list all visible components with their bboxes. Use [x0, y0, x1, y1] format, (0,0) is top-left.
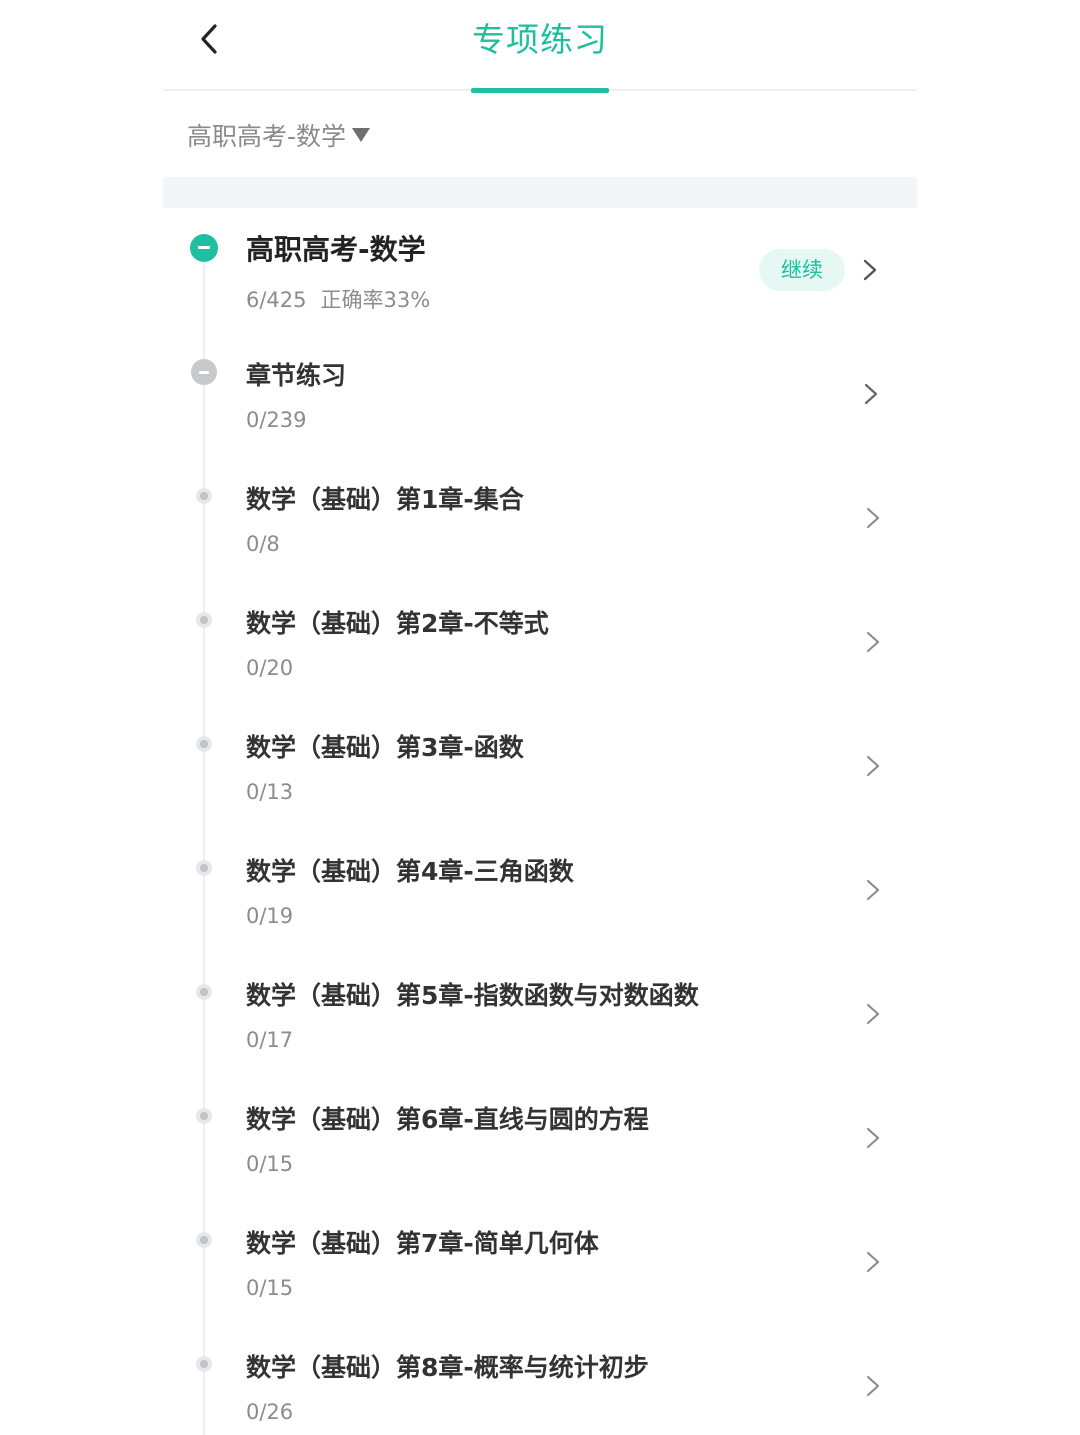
back-button[interactable]: [193, 20, 229, 60]
chevron-right-icon: [867, 632, 879, 652]
tab-special-practice[interactable]: 专项练习: [471, 18, 609, 93]
tree-node-dot: [196, 1356, 212, 1372]
collapse-icon[interactable]: [190, 234, 218, 262]
practice-page: 专项练习 高职高考-数学 高职高考-数学 6/425 正确率33% 继续 章节练习…: [163, 0, 917, 1435]
chevron-right-icon: [867, 880, 879, 900]
chevron-left-icon: [201, 24, 217, 54]
chapter-name: 数学（基础）第1章-集合: [246, 485, 524, 514]
group-item-name: 章节练习: [246, 361, 347, 390]
chevron-right-icon: [867, 1376, 879, 1396]
continue-button[interactable]: 继续: [759, 249, 845, 291]
caret-down-icon: [352, 128, 371, 142]
chapter-item[interactable]: 数学（基础）第8章-概率与统计初步 0/26: [163, 1324, 917, 1435]
tree-node-dot: [196, 736, 212, 752]
chapter-item[interactable]: 数学（基础）第3章-函数 0/13: [163, 704, 917, 828]
chevron-right-icon: [867, 756, 879, 776]
subject-dropdown[interactable]: 高职高考-数学: [187, 114, 371, 156]
chapter-item[interactable]: 数学（基础）第7章-简单几何体 0/15: [163, 1200, 917, 1324]
tree-node-dot: [196, 1108, 212, 1124]
chapter-item[interactable]: 数学（基础）第4章-三角函数 0/19: [163, 828, 917, 952]
tree-root-item[interactable]: 高职高考-数学 6/425 正确率33% 继续: [163, 208, 917, 332]
tab-active-indicator: [471, 88, 609, 93]
chapter-item[interactable]: 数学（基础）第2章-不等式 0/20: [163, 580, 917, 704]
chevron-right-icon: [867, 508, 879, 528]
root-accuracy-rate: 正确率33%: [320, 288, 431, 312]
chapter-name: 数学（基础）第3章-函数: [246, 733, 524, 762]
tree-node-dot: [196, 1232, 212, 1248]
chapter-name: 数学（基础）第5章-指数函数与对数函数: [246, 981, 699, 1010]
root-item-name: 高职高考-数学: [246, 233, 426, 266]
chapter-progress: 0/26: [246, 1400, 294, 1424]
tree-group-item[interactable]: 章节练习 0/239: [163, 332, 917, 456]
chapter-progress: 0/13: [246, 780, 294, 804]
root-item-progress: 6/425 正确率33%: [246, 284, 430, 314]
chapter-name: 数学（基础）第7章-简单几何体: [246, 1229, 599, 1258]
chapter-name: 数学（基础）第6章-直线与圆的方程: [246, 1105, 649, 1134]
chevron-right-icon: [864, 383, 878, 405]
chapter-progress: 0/20: [246, 656, 294, 680]
page-title: 专项练习: [472, 20, 608, 59]
header-bar: 专项练习: [163, 0, 917, 93]
chevron-right-icon: [867, 1004, 879, 1024]
root-progress-count: 6/425: [246, 288, 307, 312]
chevron-right-icon: [867, 1252, 879, 1272]
tree-node-dot: [196, 860, 212, 876]
chevron-right-icon: [863, 259, 877, 281]
subject-dropdown-label: 高职高考-数学: [187, 122, 347, 151]
chapter-progress: 0/17: [246, 1028, 294, 1052]
group-item-progress: 0/239: [246, 408, 307, 432]
chapter-progress: 0/19: [246, 904, 294, 928]
chapter-progress: 0/15: [246, 1276, 294, 1300]
tree-node-dot: [196, 488, 212, 504]
chapter-name: 数学（基础）第2章-不等式: [246, 609, 549, 638]
chapter-name: 数学（基础）第4章-三角函数: [246, 857, 574, 886]
chapter-tree: 高职高考-数学 6/425 正确率33% 继续 章节练习 0/239 数学（基础）…: [163, 208, 917, 1435]
collapse-icon[interactable]: [191, 359, 217, 385]
chapter-item[interactable]: 数学（基础）第6章-直线与圆的方程 0/15: [163, 1076, 917, 1200]
tree-node-dot: [196, 984, 212, 1000]
chapter-item[interactable]: 数学（基础）第1章-集合 0/8: [163, 456, 917, 580]
tree-node-dot: [196, 612, 212, 628]
section-divider: [163, 177, 917, 208]
chapter-name: 数学（基础）第8章-概率与统计初步: [246, 1353, 649, 1382]
chevron-right-icon: [867, 1128, 879, 1148]
chapter-progress: 0/8: [246, 532, 280, 556]
chapter-item[interactable]: 数学（基础）第5章-指数函数与对数函数 0/17: [163, 952, 917, 1076]
chapter-progress: 0/15: [246, 1152, 294, 1176]
